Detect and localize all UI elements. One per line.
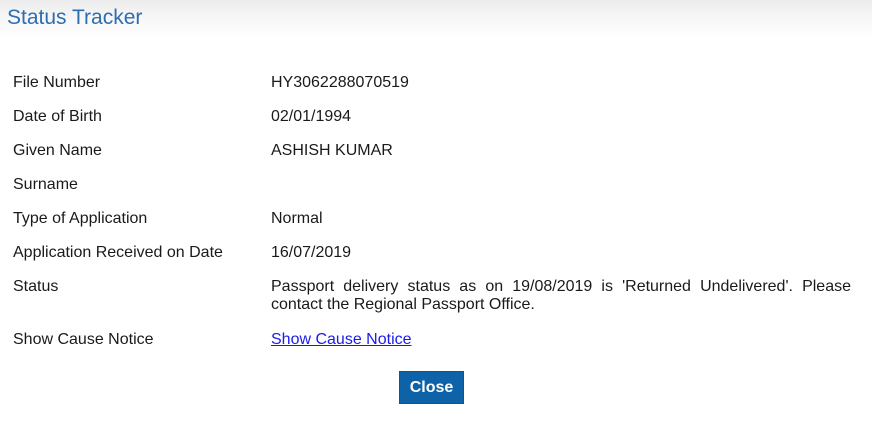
date-of-birth-value: 02/01/1994 <box>271 108 352 125</box>
application-type-value: Normal <box>271 210 323 227</box>
file-number-label: File Number <box>13 74 101 91</box>
show-cause-notice-label: Show Cause Notice <box>13 331 154 348</box>
file-number-value: HY3062288070519 <box>271 74 409 91</box>
given-name-value: ASHISH KUMAR <box>271 142 393 159</box>
status-value: Passport delivery status as on 19/08/201… <box>271 278 851 313</box>
show-cause-notice-link[interactable]: Show Cause Notice <box>271 331 412 348</box>
date-of-birth-label: Date of Birth <box>13 108 102 125</box>
status-tracker-dialog: Status Tracker File Number HY30622880705… <box>0 0 880 427</box>
close-button[interactable]: Close <box>399 371 464 404</box>
given-name-label: Given Name <box>13 142 102 159</box>
application-type-label: Type of Application <box>13 210 148 227</box>
dialog-header: Status Tracker <box>0 0 872 38</box>
received-date-value: 16/07/2019 <box>271 244 352 261</box>
show-cause-notice-value: Show Cause Notice <box>271 331 851 349</box>
received-date-label: Application Received on Date <box>13 244 223 261</box>
surname-label: Surname <box>13 176 78 193</box>
status-label: Status <box>13 278 59 295</box>
dialog-title: Status Tracker <box>7 6 143 29</box>
